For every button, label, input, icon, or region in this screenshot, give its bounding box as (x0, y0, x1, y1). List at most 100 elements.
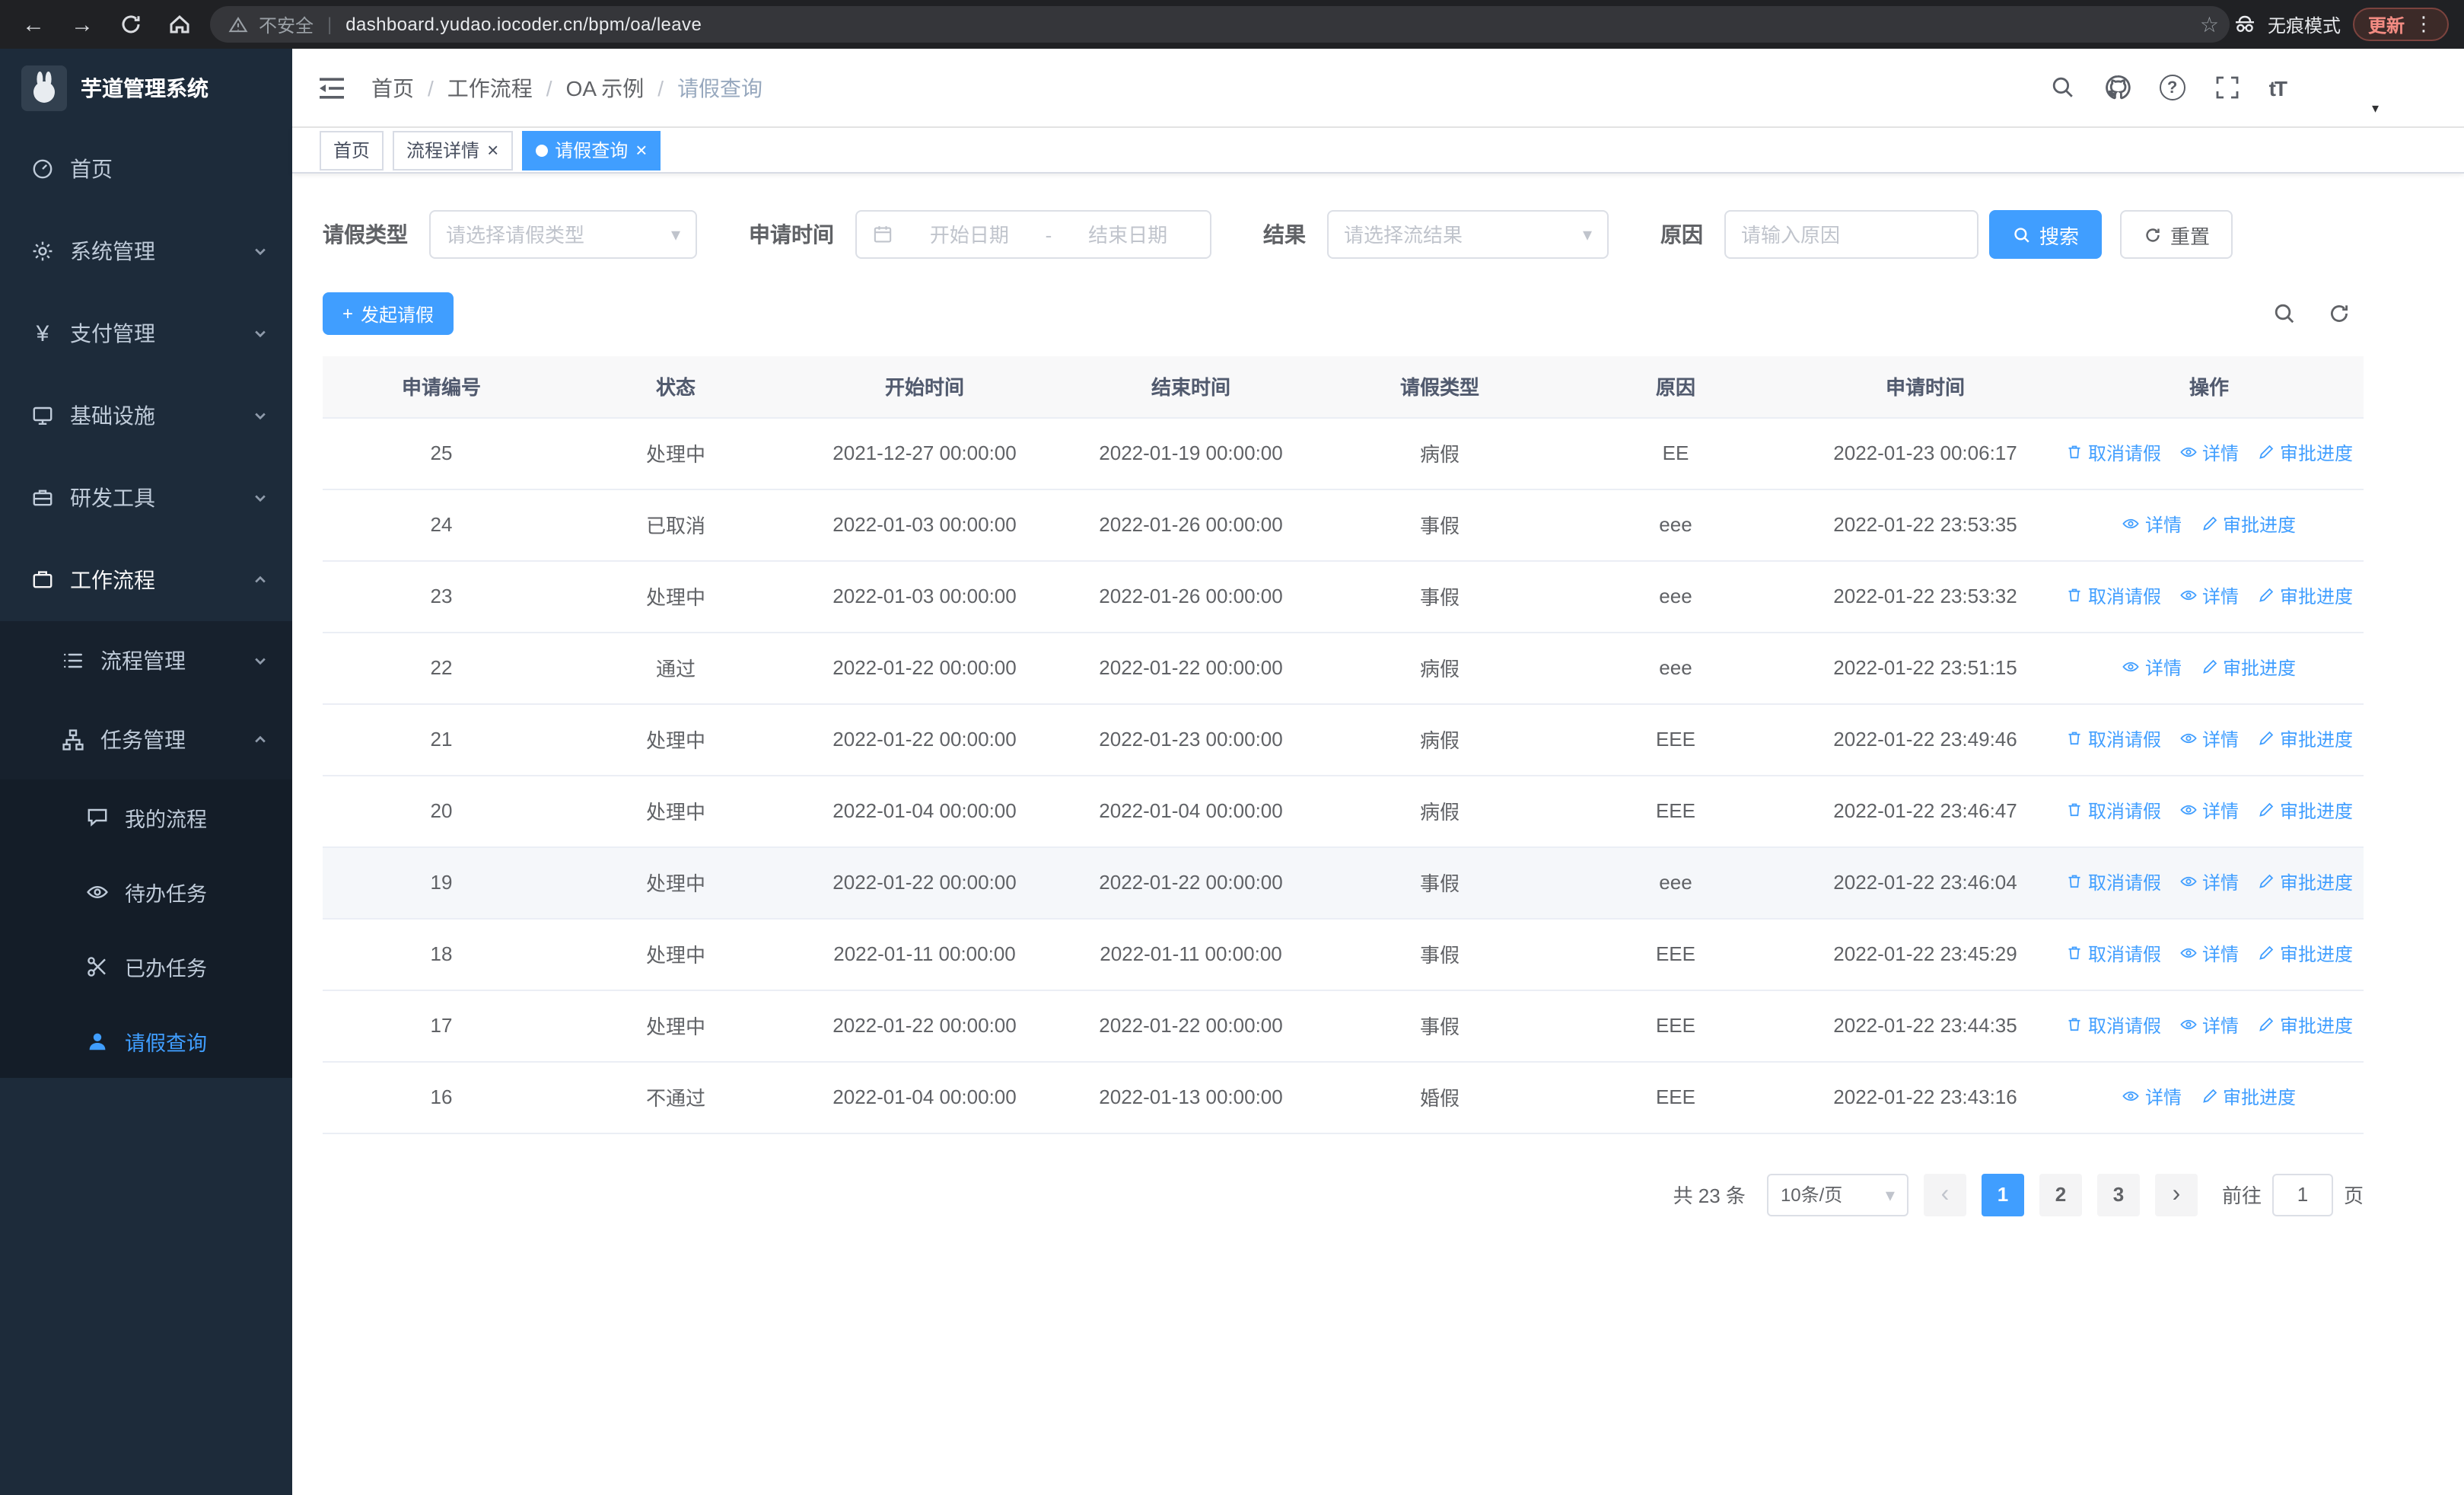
sidebar-item-task-management[interactable]: 任务管理 (0, 700, 292, 779)
reset-button[interactable]: 重置 (2120, 210, 2233, 259)
end-date-input[interactable] (1061, 223, 1195, 246)
page-button-2[interactable]: 2 (2039, 1173, 2082, 1216)
reason-field[interactable] (1724, 210, 1979, 259)
reason-input[interactable] (1741, 223, 1962, 246)
cancel-action-link[interactable]: 取消请假 (2065, 440, 2161, 466)
sidebar-item-workflow[interactable]: 工作流程 (0, 539, 292, 621)
sidebar-item-done-tasks[interactable]: 已办任务 (0, 929, 292, 1003)
sidebar-item-devtools[interactable]: 研发工具 (0, 457, 292, 539)
progress-action-link[interactable]: 审批进度 (2257, 583, 2353, 609)
back-icon[interactable]: ← (15, 6, 52, 43)
progress-action-link[interactable]: 审批进度 (2257, 941, 2353, 967)
close-tab-icon[interactable]: × (487, 140, 498, 160)
progress-action-link[interactable]: 审批进度 (2257, 726, 2353, 752)
github-icon[interactable] (2105, 75, 2131, 100)
detail-action-link[interactable]: 详情 (2179, 440, 2239, 466)
result-input[interactable] (1344, 223, 1574, 246)
breadcrumb-home[interactable]: 首页 (371, 72, 414, 103)
help-icon[interactable]: ? (2159, 75, 2185, 100)
search-icon[interactable] (2050, 75, 2076, 100)
sidebar-item-process-management[interactable]: 流程管理 (0, 621, 292, 700)
avatar-caret-icon: ▾ (2371, 100, 2379, 115)
progress-action-link[interactable]: 审批进度 (2200, 655, 2296, 681)
cancel-action-link[interactable]: 取消请假 (2065, 583, 2161, 609)
sidebar-item-infrastructure[interactable]: 基础设施 (0, 375, 292, 457)
detail-action-link[interactable]: 详情 (2122, 655, 2182, 681)
page-size-select[interactable]: 10条/页 ▾ (1766, 1173, 1908, 1216)
sidebar-item-leave-query[interactable]: 请假查询 (0, 1003, 292, 1078)
create-leave-button[interactable]: + 发起请假 (323, 292, 454, 335)
collapse-sidebar-icon[interactable] (317, 72, 347, 103)
tab-home[interactable]: 首页 (320, 130, 384, 170)
cancel-action-link[interactable]: 取消请假 (2065, 1012, 2161, 1038)
sidebar-item-home[interactable]: 首页 (0, 128, 292, 210)
browser-update-button[interactable]: 更新 ⋮ (2352, 8, 2449, 41)
forward-icon[interactable]: → (64, 6, 100, 43)
sidebar-item-payment[interactable]: ¥ 支付管理 (0, 292, 292, 375)
progress-icon (2200, 658, 2218, 677)
progress-action-link[interactable]: 审批进度 (2257, 1012, 2353, 1038)
bookmark-star-icon[interactable]: ☆ (2200, 11, 2219, 37)
detail-action-link[interactable]: 详情 (2179, 1012, 2239, 1038)
reload-icon[interactable] (113, 6, 149, 43)
result-select[interactable]: ▾ (1327, 210, 1609, 259)
cell-start: 2022-01-22 00:00:00 (791, 703, 1058, 776)
progress-action-link[interactable]: 审批进度 (2257, 869, 2353, 895)
home-icon[interactable] (161, 6, 198, 43)
tab-process-detail[interactable]: 流程详情 × (393, 130, 513, 170)
cell-applied: 2022-01-22 23:53:35 (1796, 489, 2055, 561)
detail-icon (2179, 945, 2198, 963)
cancel-action-link[interactable]: 取消请假 (2065, 941, 2161, 967)
browser-menu-icon[interactable]: ⋮ (2414, 12, 2434, 37)
leave-type-select[interactable]: ▾ (429, 210, 697, 259)
sidebar-item-my-process[interactable]: 我的流程 (0, 779, 292, 854)
detail-action-link[interactable]: 详情 (2122, 512, 2182, 537)
workflow-submenu: 流程管理 任务管理 我的流程 待办任务 已办任务 请假查询 (0, 621, 292, 1078)
detail-action-link[interactable]: 详情 (2122, 1084, 2182, 1110)
cancel-action-link[interactable]: 取消请假 (2065, 798, 2161, 824)
start-date-input[interactable] (903, 223, 1036, 246)
cell-type: 病假 (1324, 417, 1555, 489)
cancel-action-link[interactable]: 取消请假 (2065, 726, 2161, 752)
detail-action-link[interactable]: 详情 (2179, 726, 2239, 752)
detail-action-link[interactable]: 详情 (2179, 869, 2239, 895)
browser-chrome: ← → 不安全 | dashboard.yudao.iocoder.cn/bpm… (0, 0, 2464, 49)
detail-action-link[interactable]: 详情 (2179, 941, 2239, 967)
page-button-3[interactable]: 3 (2096, 1173, 2140, 1216)
cell-type: 婚假 (1324, 1061, 1555, 1133)
search-button[interactable]: 搜索 (1989, 210, 2103, 259)
cancel-icon (2065, 802, 2084, 820)
cancel-action-link[interactable]: 取消请假 (2065, 869, 2161, 895)
detail-action-link[interactable]: 详情 (2179, 798, 2239, 824)
leave-type-input[interactable] (446, 223, 662, 246)
toggle-search-icon[interactable] (2272, 301, 2297, 326)
fullscreen-icon[interactable] (2214, 75, 2240, 100)
address-bar[interactable]: 不安全 | dashboard.yudao.iocoder.cn/bpm/oa/… (210, 6, 2230, 43)
page-button-1[interactable]: 1 (1981, 1173, 2024, 1216)
progress-action-link[interactable]: 审批进度 (2200, 512, 2296, 537)
sidebar-item-todo-tasks[interactable]: 待办任务 (0, 854, 292, 929)
date-range-picker[interactable]: - (855, 210, 1211, 259)
sidebar-item-system[interactable]: 系统管理 (0, 210, 292, 292)
user-menu[interactable]: ▾ (2315, 62, 2379, 115)
progress-icon (2257, 730, 2275, 748)
column-header-type: 请假类型 (1324, 356, 1555, 418)
detail-icon (2179, 587, 2198, 605)
refresh-icon[interactable] (2327, 301, 2351, 326)
task-submenu: 我的流程 待办任务 已办任务 请假查询 (0, 779, 292, 1078)
cancel-icon (2065, 587, 2084, 605)
goto-page-input[interactable] (2271, 1173, 2333, 1216)
font-size-icon[interactable]: tT (2269, 75, 2287, 100)
progress-action-link[interactable]: 审批进度 (2257, 440, 2353, 466)
progress-action-link[interactable]: 审批进度 (2257, 798, 2353, 824)
cancel-icon (2065, 444, 2084, 462)
prev-page-button[interactable]: ‹ (1923, 1173, 1966, 1216)
progress-action-link[interactable]: 审批进度 (2200, 1084, 2296, 1110)
cell-id: 25 (323, 417, 560, 489)
close-tab-icon[interactable]: × (635, 140, 647, 160)
detail-icon (2179, 730, 2198, 748)
tab-leave-query[interactable]: 请假查询 × (521, 130, 661, 170)
table-row: 16 不通过 2022-01-04 00:00:00 2022-01-13 00:00… (323, 1061, 2364, 1133)
next-page-button[interactable]: › (2154, 1173, 2198, 1216)
detail-action-link[interactable]: 详情 (2179, 583, 2239, 609)
